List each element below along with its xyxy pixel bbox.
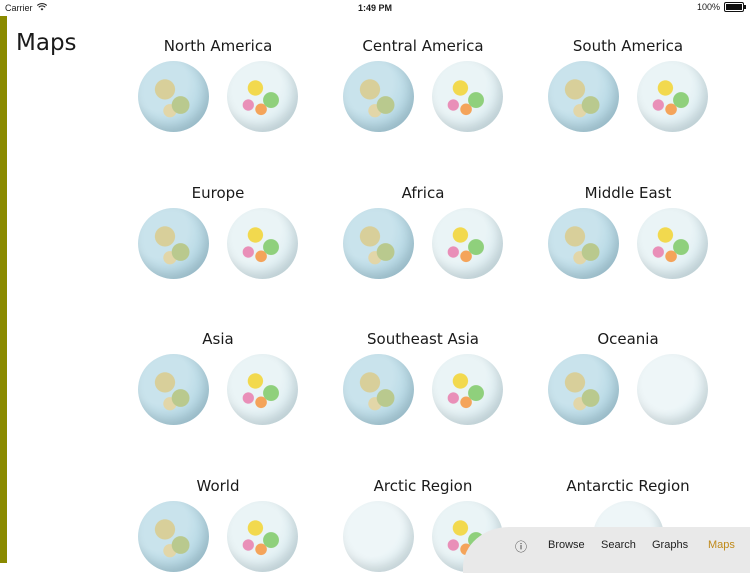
physical-map-globe[interactable]	[343, 501, 414, 572]
region-label: Oceania	[597, 330, 659, 348]
political-map-globe[interactable]	[637, 354, 708, 425]
region-label: Middle East	[584, 184, 672, 202]
political-map-globe[interactable]	[227, 501, 298, 572]
region-label: Arctic Region	[373, 477, 473, 495]
political-map-globe[interactable]	[432, 208, 503, 279]
political-map-globe[interactable]	[227, 208, 298, 279]
region-label: Africa	[401, 184, 445, 202]
physical-map-globe[interactable]	[138, 61, 209, 132]
physical-map-globe[interactable]	[138, 354, 209, 425]
region-southeast-asia: Southeast Asia	[333, 328, 513, 425]
region-label: Asia	[202, 330, 234, 348]
region-africa: Africa	[333, 182, 513, 279]
region-label: World	[196, 477, 240, 495]
political-map-globe[interactable]	[227, 61, 298, 132]
region-europe: Europe	[128, 182, 308, 279]
political-map-globe[interactable]	[432, 61, 503, 132]
tab-bar: ⓘ Browse Search Graphs Maps	[463, 527, 750, 573]
political-map-globe[interactable]	[637, 61, 708, 132]
region-label: Southeast Asia	[367, 330, 479, 348]
physical-map-globe[interactable]	[548, 354, 619, 425]
political-map-globe[interactable]	[432, 354, 503, 425]
region-label: Central America	[362, 37, 484, 55]
political-map-globe[interactable]	[637, 208, 708, 279]
tab-browse[interactable]: Browse	[548, 539, 585, 551]
region-oceania: Oceania	[538, 328, 718, 425]
region-south-america: South America	[538, 35, 718, 132]
region-label: Europe	[191, 184, 245, 202]
region-world: World	[128, 475, 308, 572]
region-label: North America	[163, 37, 273, 55]
region-middle-east: Middle East	[538, 182, 718, 279]
region-label: Antarctic Region	[566, 477, 690, 495]
physical-map-globe[interactable]	[548, 208, 619, 279]
political-map-globe[interactable]	[227, 354, 298, 425]
physical-map-globe[interactable]	[343, 61, 414, 132]
region-label: South America	[572, 37, 684, 55]
tab-graphs[interactable]: Graphs	[652, 539, 688, 551]
map-region-grid: North America Central America South Amer…	[0, 0, 750, 572]
region-central-america: Central America	[333, 35, 513, 132]
region-north-america: North America	[128, 35, 308, 132]
region-asia: Asia	[128, 328, 308, 425]
physical-map-globe[interactable]	[343, 208, 414, 279]
physical-map-globe[interactable]	[138, 208, 209, 279]
physical-map-globe[interactable]	[343, 354, 414, 425]
tab-search[interactable]: Search	[601, 539, 636, 551]
info-icon[interactable]: ⓘ	[515, 538, 527, 555]
tab-maps[interactable]: Maps	[708, 539, 735, 551]
physical-map-globe[interactable]	[138, 501, 209, 572]
physical-map-globe[interactable]	[548, 61, 619, 132]
